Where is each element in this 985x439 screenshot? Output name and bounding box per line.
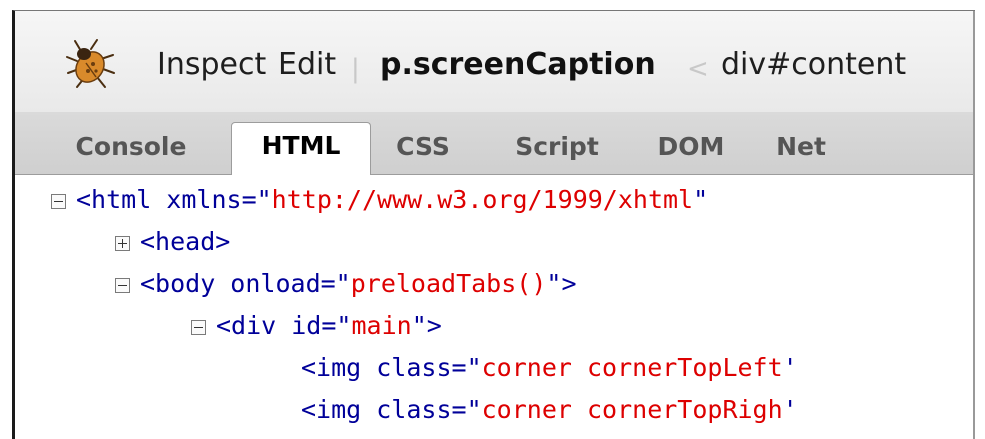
tab-dom[interactable]: DOM	[641, 124, 741, 174]
attribute-value: preloadTabs()	[350, 269, 547, 298]
tree-node-div-main[interactable]: <div id="main">	[191, 307, 442, 345]
breadcrumb-arrow: <	[687, 54, 709, 84]
firebug-window: Inspect Edit | p.screenCaption < div#con…	[12, 10, 975, 439]
tag-open: <div id="	[216, 311, 352, 340]
attribute-value: main	[351, 311, 412, 340]
window-right-edge	[973, 11, 975, 439]
tab-html[interactable]: HTML	[231, 122, 371, 175]
attribute-value: http://www.w3.org/1999/xhtml	[271, 185, 694, 214]
tag-open: <html xmlns="	[76, 185, 272, 214]
attribute-value: corner cornerTopRigh	[481, 395, 783, 424]
tree-node-html[interactable]: <html xmlns="http://www.w3.org/1999/xhtm…	[51, 181, 708, 219]
tag-open: <img class="	[301, 395, 482, 424]
collapse-toggle-icon[interactable]	[115, 278, 130, 293]
tree-node-head[interactable]: <head>	[115, 223, 230, 261]
breadcrumb-parent[interactable]: div#content	[721, 45, 906, 85]
tag-close: "	[693, 185, 709, 214]
panel-tab-bar: Console HTML CSS Script DOM Net	[15, 112, 975, 175]
collapse-toggle-icon[interactable]	[191, 320, 206, 335]
toolbar-separator: |	[351, 54, 360, 84]
tab-console[interactable]: Console	[51, 124, 211, 174]
tab-script[interactable]: Script	[491, 124, 623, 174]
tag-close: ">	[546, 269, 577, 298]
html-tree-panel: <html xmlns="http://www.w3.org/1999/xhtm…	[15, 175, 975, 439]
tag-close: '	[782, 353, 798, 382]
firebug-bug-icon[interactable]	[63, 37, 117, 91]
tag-open: <body onload="	[140, 269, 351, 298]
tree-node-img[interactable]: <img class="corner cornerTopLeft'	[301, 349, 798, 387]
attribute-value: corner cornerTopLeft	[481, 353, 783, 382]
tag-close: ">	[411, 311, 442, 340]
tag-open: <head>	[140, 227, 231, 256]
breadcrumb-current[interactable]: p.screenCaption	[380, 45, 656, 85]
tree-node-body[interactable]: <body onload="preloadTabs()">	[115, 265, 577, 303]
firebug-toolbar: Inspect Edit | p.screenCaption < div#con…	[15, 11, 975, 113]
tab-css[interactable]: CSS	[377, 124, 469, 174]
tab-net[interactable]: Net	[763, 124, 839, 174]
collapse-toggle-icon[interactable]	[51, 194, 66, 209]
inspect-button[interactable]: Inspect	[157, 45, 266, 85]
expand-toggle-icon[interactable]	[115, 236, 130, 251]
tree-node-img[interactable]: <img class="corner cornerTopRigh'	[301, 391, 798, 429]
edit-button[interactable]: Edit	[278, 45, 336, 85]
tag-close: '	[782, 395, 798, 424]
tag-open: <img class="	[301, 353, 482, 382]
